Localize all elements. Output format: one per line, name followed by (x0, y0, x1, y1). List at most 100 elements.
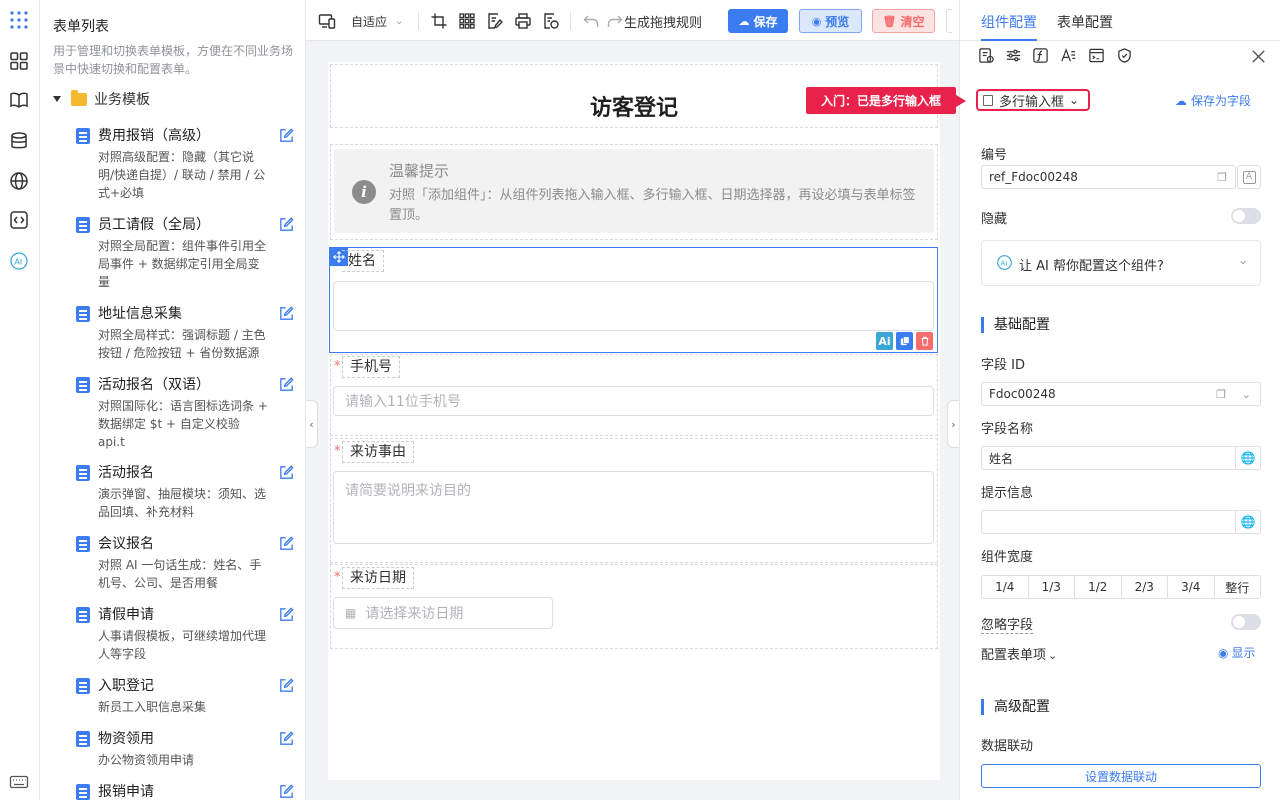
edit-icon[interactable] (278, 216, 296, 234)
hint-input[interactable]: 🌐 (981, 510, 1261, 534)
undo-icon[interactable] (582, 11, 600, 31)
database-icon[interactable] (8, 130, 30, 152)
json-icon[interactable] (542, 11, 560, 31)
tab-component-config[interactable]: 组件配置 (981, 12, 1037, 32)
keyboard-icon[interactable] (8, 771, 30, 793)
edit-icon[interactable] (278, 376, 296, 394)
template-name: 报销申请 (98, 784, 154, 800)
text-mode-button[interactable]: A (1237, 165, 1261, 189)
collapse-right-button[interactable]: › (947, 400, 959, 448)
globe-icon[interactable]: 🌐 (1235, 511, 1260, 533)
overflow-button[interactable] (946, 9, 952, 33)
globe-icon[interactable]: 🌐 (1235, 447, 1260, 469)
linkage-label: 数据联动 (981, 739, 1034, 754)
save-button[interactable]: ☁ 保存 (728, 9, 788, 33)
event-icon[interactable] (1088, 47, 1106, 65)
sliders-icon[interactable] (1005, 47, 1023, 65)
template-name: 入职登记 (98, 678, 154, 694)
width-option[interactable]: 2/3 (1122, 576, 1168, 598)
ignore-field-toggle[interactable] (1231, 614, 1261, 630)
edit-icon[interactable] (278, 783, 296, 800)
template-item[interactable]: 物资领用 办公物资领用申请 (76, 729, 301, 771)
property-icon[interactable] (978, 47, 996, 65)
phone-input[interactable]: 请输入11位手机号 (333, 386, 934, 416)
generate-rules-button[interactable]: 生成拖拽规则 (624, 11, 702, 31)
redo-icon[interactable] (606, 11, 624, 31)
components-icon[interactable] (8, 50, 30, 72)
edit-icon[interactable] (278, 677, 296, 695)
ai-field-button[interactable]: Ai (876, 332, 893, 350)
width-option[interactable]: 1/4 (982, 576, 1029, 598)
text-style-icon[interactable] (1060, 47, 1078, 65)
collapse-left-button[interactable]: ‹ (306, 400, 318, 448)
edit-icon[interactable] (278, 305, 296, 323)
folder-business-templates[interactable]: 业务模板 (53, 89, 150, 109)
width-option[interactable]: 整行 (1215, 576, 1261, 598)
globe-icon[interactable] (8, 170, 30, 192)
clear-button[interactable]: 🗑 清空 (872, 9, 935, 33)
show-label: 显示 (1231, 646, 1256, 660)
template-item[interactable]: 会议报名 对照 AI 一句话生成：姓名、手机号、公司、是否用餐 (76, 534, 301, 594)
reason-textarea[interactable]: 请简要说明来访目的 (333, 471, 934, 544)
document-icon (76, 678, 90, 694)
save-as-field-link[interactable]: ☁ 保存为字段 (1175, 92, 1251, 109)
template-desc: 人事请假模板，可继续增加代理人等字段 (98, 629, 267, 661)
field-name-input[interactable]: 姓名 🌐 (981, 446, 1261, 470)
copy-icon[interactable]: ❐ (1216, 388, 1226, 401)
hint-label: 提示信息 (981, 486, 1034, 501)
crop-icon[interactable] (430, 11, 448, 31)
show-link[interactable]: ◉ 显示 (1218, 644, 1256, 661)
width-options: 1/4 1/3 1/2 2/3 3/4 整行 (981, 575, 1261, 599)
copy-field-button[interactable] (896, 332, 913, 350)
form-items-toggle[interactable]: 配置表单项 ⌄ (981, 644, 1057, 663)
edit-icon[interactable] (278, 127, 296, 145)
component-type-select[interactable]: 多行输入框 ⌄ (976, 89, 1090, 111)
function-icon[interactable] (1032, 47, 1050, 65)
shield-icon[interactable] (1116, 47, 1134, 65)
template-item[interactable]: 活动报名（双语） 对照国际化：语言图标选词条 + 数据绑定 $t + 自定义校验… (76, 375, 301, 451)
hidden-toggle[interactable] (1231, 208, 1261, 224)
edit-document-icon[interactable] (486, 11, 504, 31)
set-linkage-button[interactable]: 设置数据联动 (981, 764, 1261, 788)
edit-icon[interactable] (278, 606, 296, 624)
tab-form-config[interactable]: 表单配置 (1057, 12, 1113, 32)
device-icon[interactable] (318, 11, 336, 31)
adaptive-select[interactable]: 自适应 ⌄ (351, 11, 403, 31)
id-input[interactable]: ref_Fdoc00248 ❐ (981, 165, 1236, 189)
date-picker[interactable]: ▦ 请选择来访日期 (333, 597, 553, 629)
field-id-select[interactable]: Fdoc00248 ❐ ⌄ (981, 382, 1261, 406)
template-item[interactable]: 报销申请 (76, 782, 301, 800)
designer-toolbar: 自适应 ⌄ 生成拖拽规则 ☁ 保存 ◉ 预览 🗑 清空 (306, 0, 959, 41)
required-mark: * (334, 570, 341, 585)
template-item[interactable]: 活动报名 演示弹窗、抽屉模块：须知、选品回填、补充材料 (76, 463, 301, 523)
grid-icon[interactable] (458, 11, 476, 31)
name-textarea[interactable] (333, 281, 934, 331)
ai-config-collapse[interactable]: AI 让 AI 帮你配置这个组件? ⌄ (981, 240, 1261, 286)
print-icon[interactable] (514, 11, 532, 31)
close-icon[interactable] (1250, 48, 1268, 66)
template-item[interactable]: 请假申请 人事请假模板，可继续增加代理人等字段 (76, 605, 301, 665)
width-option[interactable]: 3/4 (1168, 576, 1215, 598)
chevron-down-icon: ⌄ (1237, 253, 1248, 267)
code-icon[interactable] (8, 209, 30, 231)
width-option[interactable]: 1/2 (1075, 576, 1122, 598)
template-item[interactable]: 地址信息采集 对照全局样式：强调标题 / 主色按钮 / 危险按钮 + 省份数据源 (76, 304, 301, 364)
preview-button[interactable]: ◉ 预览 (799, 9, 862, 33)
folder-icon (71, 89, 87, 106)
copy-icon[interactable]: ❐ (1217, 171, 1227, 184)
edit-icon[interactable] (278, 730, 296, 748)
template-item[interactable]: 员工请假（全局） 对照全局配置：组件事件引用全局事件 + 数据绑定引用全局变量 (76, 215, 301, 291)
template-item[interactable]: 入职登记 新员工入职信息采集 (76, 676, 301, 718)
apps-grid-icon[interactable] (8, 9, 30, 31)
ai-assistant-icon[interactable]: AI (8, 250, 30, 272)
id-label: 编号 (981, 148, 1008, 163)
edit-icon[interactable] (278, 464, 296, 482)
width-option[interactable]: 1/3 (1029, 576, 1075, 598)
template-name: 员工请假（全局） (98, 217, 210, 233)
textarea-icon (983, 95, 993, 106)
edit-icon[interactable] (278, 535, 296, 553)
template-desc: 新员工入职信息采集 (98, 700, 207, 714)
delete-field-button[interactable] (916, 332, 933, 350)
book-icon[interactable] (8, 89, 30, 111)
template-item[interactable]: 费用报销（高级） 对照高级配置：隐藏（其它说明/快递自提）/ 联动 / 禁用 /… (76, 126, 301, 202)
